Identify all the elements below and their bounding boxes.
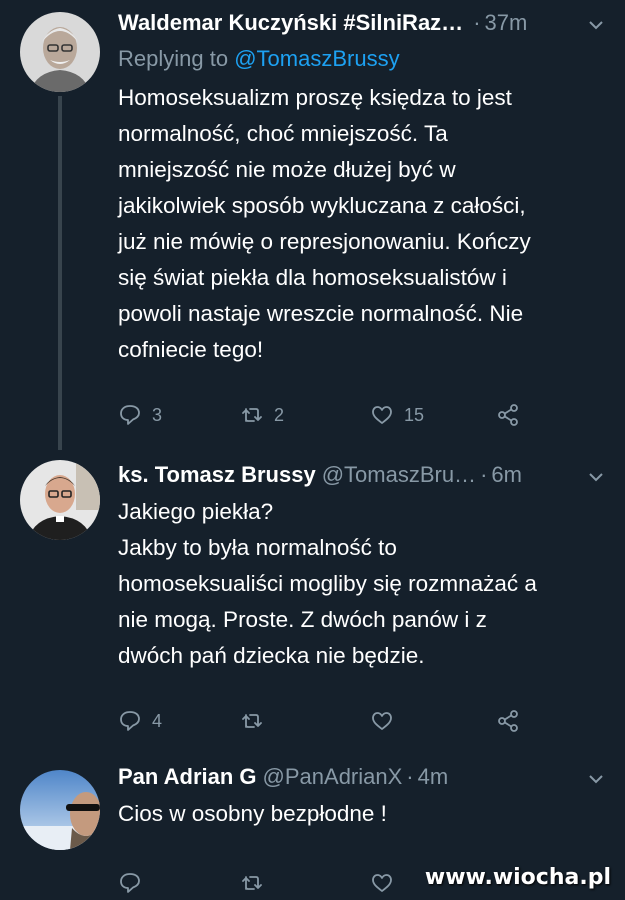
share-button[interactable] [496, 706, 520, 736]
like-count: 15 [404, 404, 425, 425]
separator-dot: · [473, 10, 481, 35]
avatar[interactable] [20, 460, 100, 540]
timestamp[interactable]: 37m [485, 10, 528, 36]
reply-button[interactable]: 4 [118, 706, 162, 736]
separator-dot: · [480, 462, 488, 487]
tweet-actions: 3 2 15 [118, 400, 538, 430]
retweet-count: 2 [274, 404, 285, 425]
chevron-down-icon[interactable] [587, 468, 605, 486]
like-icon [372, 406, 392, 424]
avatar-image [20, 12, 100, 92]
mention-link[interactable]: @TomaszBrussy [234, 46, 399, 71]
retweet-button[interactable]: 2 [240, 400, 284, 430]
author-handle[interactable]: @TomaszBru… [322, 462, 476, 488]
tweet-text: Cios w osobny bezpłodne ! [118, 801, 387, 826]
share-button[interactable] [496, 400, 520, 430]
retweet-icon [242, 408, 262, 422]
chevron-down-icon[interactable] [587, 16, 605, 34]
tweet-1[interactable]: Waldemar Kuczyński #SilniRaz… · 37m Repl… [0, 0, 625, 450]
author-name[interactable]: Pan Adrian G [118, 764, 257, 790]
thread-line [58, 96, 62, 450]
timestamp[interactable]: 6m [491, 462, 522, 488]
tweet-header: ks. Tomasz Brussy @TomaszBru… · 6m [118, 462, 605, 496]
reply-count: 4 [152, 710, 163, 731]
tweet-text: Homoseksualizm proszę księdza to jest no… [118, 85, 531, 362]
replying-to: Replying to @TomaszBrussy [118, 46, 400, 72]
tweet-2[interactable]: ks. Tomasz Brussy @TomaszBru… · 6m Jakie… [0, 450, 625, 750]
tweet-header: Pan Adrian G @PanAdrianX · 4m [118, 764, 605, 798]
like-button[interactable] [370, 868, 404, 898]
share-icon [498, 710, 518, 732]
timestamp[interactable]: 4m [418, 764, 449, 790]
avatar[interactable] [20, 12, 100, 92]
like-icon [372, 874, 392, 892]
like-button[interactable]: 15 [370, 400, 424, 430]
tweet-text: Jakiego piekła? Jakby to była normalność… [118, 499, 537, 668]
watermark: www.wiocha.pl [424, 865, 611, 890]
author-name[interactable]: Waldemar Kuczyński #SilniRaz… [118, 10, 463, 36]
share-icon [498, 404, 518, 426]
avatar-image [20, 460, 100, 540]
like-button[interactable] [370, 706, 404, 736]
tweet-header: Waldemar Kuczyński #SilniRaz… · 37m [118, 10, 605, 44]
reply-icon [120, 405, 140, 425]
replying-to-label: Replying to [118, 46, 229, 71]
author-handle[interactable]: @PanAdrianX [263, 764, 403, 790]
reply-icon [120, 873, 140, 893]
reply-button[interactable]: 3 [118, 400, 162, 430]
reply-button[interactable] [118, 868, 152, 898]
retweet-button[interactable] [240, 868, 274, 898]
like-icon [372, 712, 392, 730]
avatar-image [20, 770, 100, 850]
chevron-down-icon[interactable] [587, 770, 605, 788]
author-name[interactable]: ks. Tomasz Brussy [118, 462, 316, 488]
retweet-button[interactable] [240, 706, 274, 736]
retweet-icon [242, 714, 262, 728]
tweet-actions: 4 [118, 706, 538, 736]
retweet-icon [242, 876, 262, 890]
separator-dot: · [406, 764, 414, 789]
avatar[interactable] [20, 770, 100, 850]
reply-count: 3 [152, 404, 163, 425]
reply-icon [120, 711, 140, 731]
